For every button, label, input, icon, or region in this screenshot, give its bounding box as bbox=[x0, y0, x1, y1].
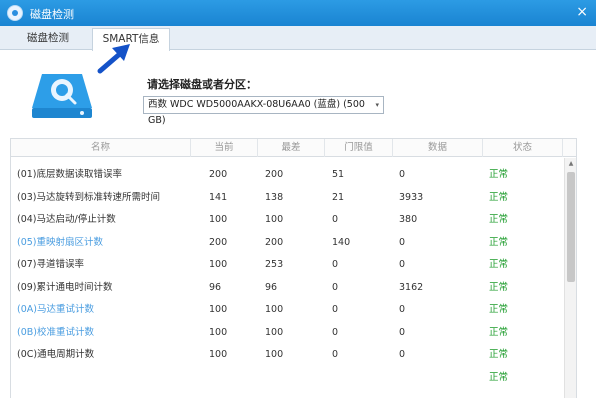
cell-data: 0 bbox=[399, 326, 406, 338]
table-row[interactable]: (03)马达旋转到标准转速所需时间 141 138 21 3933 正常 bbox=[11, 187, 563, 209]
cell-current: 100 bbox=[209, 214, 228, 225]
cell-worst: 100 bbox=[265, 214, 284, 225]
title-bar: 磁盘检测 × bbox=[0, 0, 596, 26]
table-row[interactable]: (0A)马达重试计数 100 100 0 0 正常 bbox=[11, 299, 563, 321]
table-row[interactable]: (0B)校准重试计数 100 100 0 0 正常 bbox=[11, 322, 563, 344]
cell-status: 正常 bbox=[489, 349, 509, 360]
cell-worst: 200 bbox=[265, 236, 284, 248]
table-row[interactable]: 正常 bbox=[11, 367, 563, 389]
table-row[interactable]: (01)底层数据读取错误率 200 200 51 0 正常 bbox=[11, 164, 563, 186]
cell-worst: 138 bbox=[265, 191, 284, 203]
column-header-current[interactable]: 当前 bbox=[191, 139, 258, 157]
vertical-scrollbar[interactable]: ▲ bbox=[564, 158, 576, 398]
column-header-worst[interactable]: 最差 bbox=[258, 139, 325, 157]
scroll-up-icon[interactable]: ▲ bbox=[566, 159, 576, 169]
cell-name: (0C)通电周期计数 bbox=[17, 349, 95, 360]
cell-name: (04)马达启动/停止计数 bbox=[17, 214, 116, 225]
cell-data: 3933 bbox=[399, 191, 424, 203]
tab-disk-check[interactable]: 磁盘检测 bbox=[4, 28, 92, 51]
table-header: 名称 当前 最差 门限值 数据 状态 bbox=[11, 139, 576, 157]
cell-name: (07)寻道错误率 bbox=[17, 259, 85, 270]
cell-status: 正常 bbox=[489, 236, 509, 248]
cell-worst: 253 bbox=[265, 259, 284, 270]
smart-table: 名称 当前 最差 门限值 数据 状态 (01)底层数据读取错误率 200 200 51… bbox=[10, 138, 577, 398]
cell-data: 0 bbox=[399, 169, 406, 180]
table-row[interactable]: (04)马达启动/停止计数 100 100 0 380 正常 bbox=[11, 209, 563, 231]
cell-status: 正常 bbox=[489, 326, 509, 338]
cell-name: (0A)马达重试计数 bbox=[17, 304, 94, 315]
cell-threshold: 0 bbox=[332, 349, 339, 360]
column-header-name[interactable]: 名称 bbox=[11, 139, 191, 157]
app-icon bbox=[7, 5, 23, 21]
close-button[interactable]: × bbox=[576, 4, 588, 20]
cell-current: 200 bbox=[209, 169, 228, 180]
cell-current: 96 bbox=[209, 281, 222, 293]
cell-name: (0B)校准重试计数 bbox=[17, 326, 94, 338]
cell-status: 正常 bbox=[489, 169, 509, 180]
cell-data: 380 bbox=[399, 214, 418, 225]
cell-worst: 96 bbox=[265, 281, 278, 293]
cell-worst: 200 bbox=[265, 169, 284, 180]
cell-threshold: 140 bbox=[332, 236, 351, 248]
cell-status: 正常 bbox=[489, 281, 509, 293]
window-title: 磁盘检测 bbox=[30, 8, 74, 21]
cell-current: 141 bbox=[209, 191, 228, 203]
cell-threshold: 0 bbox=[332, 214, 339, 225]
cell-data: 0 bbox=[399, 236, 406, 248]
cell-status: 正常 bbox=[489, 259, 509, 270]
cell-current: 100 bbox=[209, 259, 228, 270]
cell-data: 0 bbox=[399, 349, 406, 360]
cell-data: 0 bbox=[399, 259, 406, 270]
disk-select-value: 西数 WDC WD5000AAKX-08U6AA0 (蓝盘) (500 GB) bbox=[148, 99, 365, 126]
table-row[interactable]: (0C)通电周期计数 100 100 0 0 正常 bbox=[11, 344, 563, 366]
chevron-down-icon: ▾ bbox=[375, 101, 379, 109]
cell-status: 正常 bbox=[489, 371, 509, 383]
cell-current: 200 bbox=[209, 236, 228, 248]
cell-current: 100 bbox=[209, 326, 228, 338]
cell-threshold: 21 bbox=[332, 191, 345, 203]
cell-status: 正常 bbox=[489, 191, 509, 203]
cell-threshold: 0 bbox=[332, 281, 339, 293]
cell-threshold: 0 bbox=[332, 259, 339, 270]
cell-data: 3162 bbox=[399, 281, 424, 293]
column-header-threshold[interactable]: 门限值 bbox=[325, 139, 393, 157]
cell-status: 正常 bbox=[489, 214, 509, 225]
table-row[interactable]: (09)累计通电时间计数 96 96 0 3162 正常 bbox=[11, 277, 563, 299]
cell-current: 100 bbox=[209, 349, 228, 360]
disk-select[interactable]: 西数 WDC WD5000AAKX-08U6AA0 (蓝盘) (500 GB) … bbox=[143, 96, 384, 126]
cell-name: (01)底层数据读取错误率 bbox=[17, 169, 123, 180]
table-row[interactable]: (07)寻道错误率 100 253 0 0 正常 bbox=[11, 254, 563, 276]
column-header-status[interactable]: 状态 bbox=[483, 139, 563, 157]
arrow-icon bbox=[97, 44, 130, 74]
column-header-data[interactable]: 数据 bbox=[393, 139, 483, 157]
cell-name: (09)累计通电时间计数 bbox=[17, 281, 113, 293]
scroll-thumb[interactable] bbox=[567, 172, 575, 282]
disk-select-label: 请选择磁盘或者分区： bbox=[147, 78, 257, 91]
cell-threshold: 0 bbox=[332, 304, 339, 315]
cell-threshold: 0 bbox=[332, 326, 339, 338]
cell-worst: 100 bbox=[265, 326, 284, 338]
cell-data: 0 bbox=[399, 304, 406, 315]
disk-icon bbox=[32, 74, 92, 118]
cell-threshold: 51 bbox=[332, 169, 345, 180]
table-row[interactable]: (05)重映射扇区计数 200 200 140 0 正常 bbox=[11, 232, 563, 254]
tab-bar: 磁盘检测 SMART信息 bbox=[0, 26, 596, 51]
cell-worst: 100 bbox=[265, 304, 284, 315]
cell-name: (05)重映射扇区计数 bbox=[17, 236, 104, 248]
cell-current: 100 bbox=[209, 304, 228, 315]
cell-worst: 100 bbox=[265, 349, 284, 360]
cell-status: 正常 bbox=[489, 304, 509, 315]
cell-name: (03)马达旋转到标准转速所需时间 bbox=[17, 191, 161, 203]
